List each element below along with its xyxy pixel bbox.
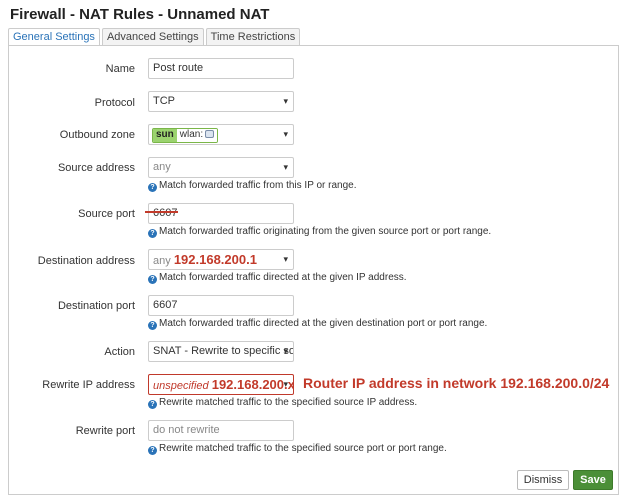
tab-general-settings[interactable]: General Settings (8, 28, 100, 46)
rewrite-port-help-text: Rewrite matched traffic to the specified… (159, 443, 447, 454)
destination-address-help: ? Match forwarded traffic directed at the… (148, 272, 407, 284)
protocol-label: Protocol (94, 97, 135, 109)
destination-port-label: Destination port (57, 300, 135, 312)
help-icon: ? (148, 183, 157, 192)
network-icon (205, 130, 215, 138)
protocol-select[interactable]: TCP (148, 91, 294, 112)
outbound-zone-label: Outbound zone (59, 129, 135, 141)
help-icon: ? (148, 229, 157, 238)
rewrite-ip-label: Rewrite IP address (42, 379, 135, 391)
zone-network: wlan: (176, 128, 218, 142)
name-input[interactable]: Post route (148, 58, 294, 79)
strikethrough-annotation (145, 211, 178, 213)
tab-time-restrictions[interactable]: Time Restrictions (205, 28, 301, 45)
rewrite-ip-help-text: Rewrite matched traffic to the specified… (159, 397, 418, 408)
destination-address-select[interactable]: any 192.168.200.1 (148, 249, 294, 270)
action-label: Action (104, 346, 135, 358)
destination-address-label: Destination address (37, 255, 135, 267)
name-label: Name (105, 63, 135, 75)
destination-port-help: ? Match forwarded traffic directed at the… (148, 318, 487, 330)
rewrite-ip-select[interactable]: unspecified 192.168.200.x (148, 374, 294, 395)
zone-badge: sun wlan: (152, 127, 219, 143)
router-ip-annotation: Router IP address in network 192.168.200… (303, 375, 610, 391)
action-value: SNAT - Rewrite to specific sour (153, 345, 294, 357)
source-port-input[interactable]: 6607 (148, 203, 294, 224)
destination-port-input[interactable]: 6607 (148, 295, 294, 316)
protocol-value: TCP (153, 95, 175, 107)
rewrite-port-input[interactable]: do not rewrite (148, 420, 294, 441)
zone-name: sun (153, 128, 177, 142)
help-icon: ? (148, 321, 157, 330)
rewrite-ip-annotation: 192.168.200.x (211, 377, 294, 392)
rewrite-ip-help: ? Rewrite matched traffic to the specifie… (148, 397, 417, 409)
action-select[interactable]: SNAT - Rewrite to specific sour (148, 341, 294, 362)
rewrite-port-placeholder: do not rewrite (153, 424, 220, 436)
source-address-help: ? Match forwarded traffic from this IP or… (148, 180, 357, 192)
destination-address-placeholder: any (153, 255, 171, 267)
source-address-label: Source address (57, 162, 135, 174)
rewrite-port-help: ? Rewrite matched traffic to the specifie… (148, 443, 447, 455)
destination-port-help-text: Match forwarded traffic directed at the … (159, 318, 488, 329)
help-icon: ? (148, 446, 157, 455)
source-address-select[interactable]: any (148, 157, 294, 178)
destination-ip-annotation: 192.168.200.1 (173, 252, 257, 267)
help-icon: ? (148, 400, 157, 409)
source-address-placeholder: any (153, 161, 171, 173)
zone-network-label: wlan: (179, 129, 204, 140)
save-button[interactable]: Save (573, 470, 613, 490)
rewrite-port-label: Rewrite port (75, 425, 135, 437)
outbound-zone-select[interactable]: sun wlan: (148, 124, 294, 145)
rewrite-ip-placeholder: unspecified (153, 380, 209, 392)
page-title: Firewall - NAT Rules - Unnamed NAT (10, 6, 270, 23)
dismiss-button[interactable]: Dismiss (517, 470, 569, 490)
help-icon: ? (148, 275, 157, 284)
destination-address-help-text: Match forwarded traffic directed at the … (159, 272, 407, 283)
source-address-help-text: Match forwarded traffic from this IP or … (159, 180, 357, 191)
source-port-label: Source port (78, 208, 135, 220)
source-port-help: ? Match forwarded traffic originating fro… (148, 226, 491, 238)
tab-advanced-settings[interactable]: Advanced Settings (101, 28, 204, 45)
source-port-help-text: Match forwarded traffic originating from… (159, 226, 492, 237)
tab-bar: General Settings Advanced Settings Time … (8, 28, 302, 46)
